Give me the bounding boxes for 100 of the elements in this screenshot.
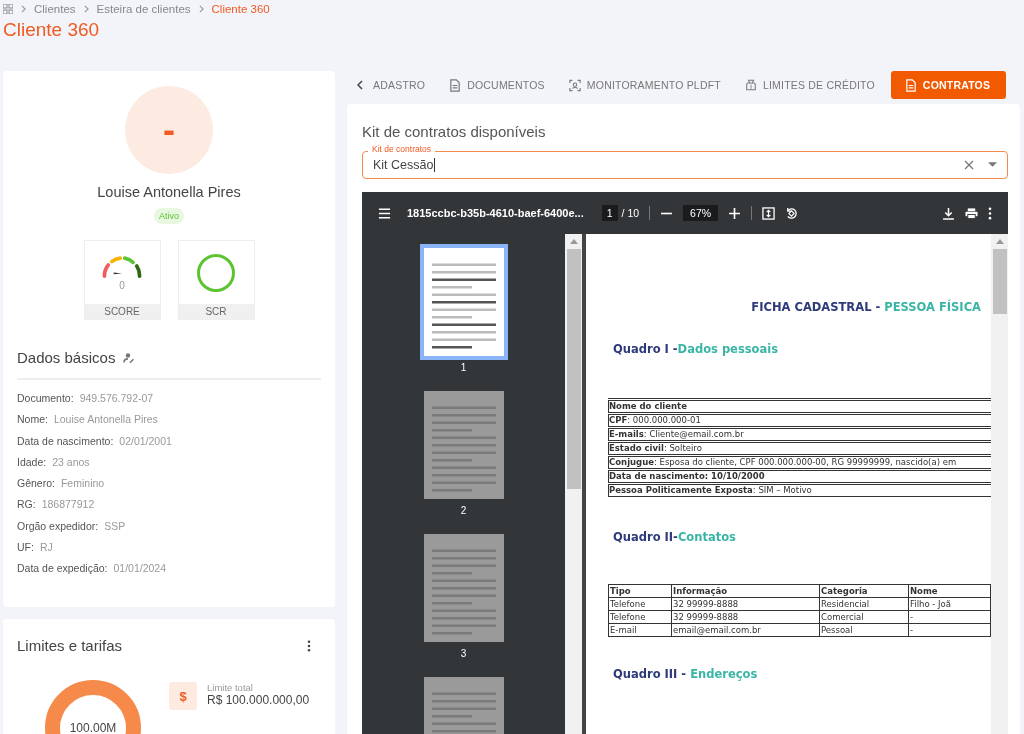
document-icon (449, 78, 462, 92)
field-value: Feminino (60, 476, 105, 491)
print-icon[interactable] (965, 206, 978, 220)
table-row: Estado civil: Solteiro (608, 442, 991, 455)
money-bag-icon (744, 78, 757, 92)
section-heading: Quadro II-Contatos (612, 530, 737, 544)
tab[interactable]: DOCUMENTOS (437, 71, 557, 99)
section-heading: Quadro I -Dados pessoais (612, 342, 780, 356)
scrollbar-thumb[interactable] (566, 249, 581, 489)
field-value: 949.576.792-07 (79, 391, 154, 405)
field-label: Gênero: (17, 476, 55, 491)
chevron-icon (21, 5, 26, 13)
field-value: 186877912 (41, 497, 95, 512)
download-icon[interactable] (942, 206, 955, 220)
chevron-icon (83, 5, 89, 13)
field-value: SSP (104, 518, 126, 533)
table-cell: Pessoal (819, 623, 909, 637)
breadcrumb-link[interactable]: Esteira de clientes (96, 3, 191, 15)
field-label: Kit de contratos (368, 144, 436, 154)
chevron-icon (198, 5, 204, 13)
score-value: 0 (119, 280, 125, 291)
table-row: E-mails: Cliente@email.com.br (608, 428, 991, 441)
limit-value: R$ 100.000.000,00 (207, 693, 310, 707)
page-number: 3 (460, 648, 467, 659)
more-icon[interactable] (307, 639, 311, 652)
field-label: Orgão expedidor: (17, 518, 99, 533)
zoom-input[interactable]: 67% (683, 205, 719, 221)
table-cell: Comercial (819, 610, 909, 624)
field-label: Data de expedição: (17, 561, 108, 576)
menu-icon[interactable] (378, 206, 391, 220)
clear-icon[interactable] (964, 160, 974, 170)
contract-kit-select[interactable]: Kit Cessão (362, 151, 1008, 179)
section-heading: Quadro III - Endereços (612, 667, 759, 681)
table-row: Data de nascimento: 10/10/2000 (608, 470, 991, 483)
column-header: Categoria (819, 584, 909, 598)
tab[interactable]: CONTRATOS (890, 71, 1007, 99)
table-cell: E-mail (608, 623, 672, 637)
field-label: RG: (17, 497, 36, 512)
section-title: Limites e tarifas (17, 637, 123, 654)
field-label: Idade: (17, 454, 47, 469)
column-header: Tipo (608, 584, 672, 598)
tab[interactable]: ADASTRO (373, 71, 438, 99)
breadcrumb-link[interactable]: Clientes (34, 3, 76, 15)
status-badge: Ativo (154, 208, 184, 224)
field-label: Documento: (17, 391, 74, 405)
document-icon (904, 78, 917, 92)
fit-page-icon[interactable] (762, 206, 776, 220)
table-row: Conjugue: Esposa do cliente, CPF 000.000.000-00, RG 99999999, nascido(a) em (608, 456, 991, 469)
dollar-icon: $ (169, 682, 197, 710)
column-header: Informação (671, 584, 820, 598)
file-name: 1815ccbc-b35b-4610-baef-6400e... (407, 207, 584, 219)
field-value: 01/01/2024 (113, 561, 167, 576)
field-value: Louise Antonella Pires (53, 412, 158, 427)
section-title: Dados básicos (17, 349, 116, 366)
field-label: Data de nascimento: (17, 433, 114, 448)
indicator-label: SCORE (84, 304, 160, 319)
page-count: / 10 (621, 207, 640, 219)
table-row: Pessoa Politicamente Exposta: SIM – Motivo (608, 484, 991, 497)
table-row: CPF: 000.000.000-01 (608, 414, 991, 427)
panel-title: Kit de contratos disponíveis (362, 123, 547, 140)
table-row: Nome do cliente (608, 400, 991, 413)
table-cell: - (908, 610, 991, 624)
table-cell: Telefone (608, 610, 672, 624)
table-cell: Residencial (819, 597, 909, 611)
page-title: Cliente 360 (3, 18, 101, 42)
field-label: UF: (17, 540, 34, 555)
page-input[interactable]: 1 (601, 205, 618, 221)
page-thumbnail[interactable] (423, 391, 504, 499)
ring-icon (196, 252, 236, 293)
page-thumbnail[interactable] (423, 534, 504, 642)
table-cell: - (908, 623, 991, 637)
face-scan-icon (568, 78, 581, 92)
breadcrumb-link[interactable]: Cliente 360 (211, 3, 270, 15)
scroll-left-icon[interactable] (357, 80, 363, 90)
dropdown-icon[interactable] (988, 162, 997, 168)
avatar: - (125, 86, 213, 174)
page-number: 1 (460, 362, 467, 373)
field-label: Nome: (17, 412, 48, 427)
scrollbar-thumb[interactable] (992, 249, 1007, 314)
indicator-label: SCR (178, 304, 254, 319)
field-value: RJ (39, 540, 53, 555)
table-cell: email@email.com.br (671, 623, 820, 637)
table-cell: 32 99999-8888 (671, 610, 820, 624)
document-title: FICHA CADASTRAL - PESSOA FÍSICA (750, 300, 982, 314)
tab[interactable]: LIMITES DE CRÉDITO (732, 71, 887, 99)
column-header: Nome (908, 584, 991, 598)
page-number: 2 (460, 505, 467, 516)
tab[interactable]: MONITORAMENTO PLDFT (556, 71, 733, 99)
rotate-icon[interactable] (785, 206, 799, 220)
field-value: 23 anos (52, 454, 90, 469)
table-cell: Telefone (608, 597, 672, 611)
more-icon[interactable] (988, 206, 992, 220)
user-edit-icon[interactable] (123, 351, 136, 364)
table-cell: Filho - Joã (908, 597, 991, 611)
table-cell: 32 99999-8888 (671, 597, 820, 611)
field-value: 02/01/2001 (119, 433, 172, 448)
client-name: Louise Antonella Pires (97, 184, 241, 200)
donut-label: 100.00M (69, 721, 117, 734)
zoom-in-icon[interactable] (728, 206, 742, 220)
limit-label: Limite total (207, 682, 254, 693)
